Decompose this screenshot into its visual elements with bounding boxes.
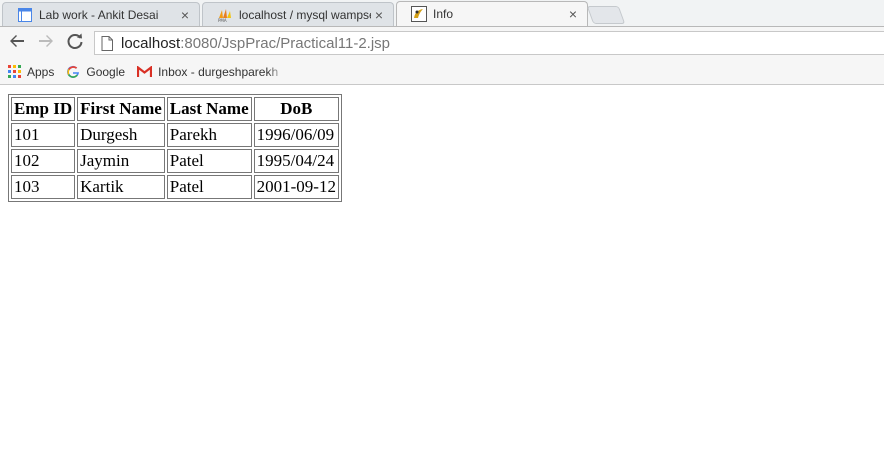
toolbar: localhost:8080/JspPrac/Practical11-2.jsp (0, 26, 884, 60)
bookmark-label: Inbox - durgeshparekh (158, 64, 279, 79)
page-info-icon[interactable] (101, 35, 113, 51)
header-emp-id: Emp ID (11, 97, 76, 121)
gmail-m-icon (137, 65, 153, 78)
forward-button[interactable] (35, 32, 57, 54)
cell-last-name: Patel (166, 175, 252, 199)
bookmark-label: Apps (27, 64, 55, 79)
tab-title: localhost / mysql wampse (239, 7, 371, 22)
back-button[interactable] (6, 32, 28, 54)
bookmark-inbox[interactable]: Inbox - durgeshparekh (137, 65, 286, 79)
reload-icon (66, 32, 84, 55)
reload-button[interactable] (64, 32, 86, 54)
cell-emp-id: 102 (11, 149, 76, 173)
cell-dob: 2001-09-12 (253, 175, 339, 199)
header-last-name: Last Name (166, 97, 252, 121)
header-first-name: First Name (77, 97, 165, 121)
cell-first-name: Jaymin (77, 149, 165, 173)
employee-table: Emp ID First Name Last Name DoB 101 Durg… (8, 94, 342, 202)
bookmarks-bar: Apps Google Inbox - durgeshparekh (0, 59, 884, 85)
cell-emp-id: 101 (11, 123, 76, 147)
forward-arrow-icon (37, 32, 55, 55)
apache-tomcat-icon (411, 6, 427, 22)
tab-title: Info (433, 7, 454, 21)
phpmyadmin-icon: PMA (217, 7, 233, 23)
tab-lab-work[interactable]: Lab work - Ankit Desai × (2, 2, 200, 26)
close-tab-icon[interactable]: × (177, 7, 193, 23)
address-bar[interactable]: localhost:8080/JspPrac/Practical11-2.jsp (94, 31, 884, 55)
page-content: Emp ID First Name Last Name DoB 101 Durg… (0, 86, 884, 463)
new-tab-button[interactable] (586, 6, 626, 24)
svg-text:PMA: PMA (218, 18, 227, 22)
cell-dob: 1995/04/24 (253, 149, 339, 173)
tab-info[interactable]: Info × (396, 1, 588, 26)
cell-dob: 1996/06/09 (253, 123, 339, 147)
close-tab-icon[interactable]: × (565, 6, 581, 22)
cell-emp-id: 103 (11, 175, 76, 199)
tab-strip: Lab work - Ankit Desai × PMA localhost /… (0, 0, 884, 26)
url-text: localhost:8080/JspPrac/Practical11-2.jsp (121, 35, 390, 52)
close-tab-icon[interactable]: × (371, 7, 387, 23)
bookmark-google[interactable]: Google (66, 65, 125, 79)
table-header-row: Emp ID First Name Last Name DoB (11, 97, 339, 121)
table-row: 101 Durgesh Parekh 1996/06/09 (11, 123, 339, 147)
cell-first-name: Kartik (77, 175, 165, 199)
header-dob: DoB (253, 97, 339, 121)
cell-last-name: Patel (166, 149, 252, 173)
tab-title: Lab work - Ankit Desai (39, 7, 159, 22)
google-g-icon (66, 65, 80, 79)
url-path: :8080/JspPrac/Practical11-2.jsp (180, 34, 391, 52)
cell-first-name: Durgesh (77, 123, 165, 147)
apps-grid-icon (8, 65, 21, 78)
bookmark-apps[interactable]: Apps (8, 65, 54, 79)
tab-phpmyadmin[interactable]: PMA localhost / mysql wampse × (202, 2, 394, 26)
bookmark-label: Google (86, 64, 126, 79)
table-row: 103 Kartik Patel 2001-09-12 (11, 175, 339, 199)
back-arrow-icon (8, 32, 26, 55)
table-row: 102 Jaymin Patel 1995/04/24 (11, 149, 339, 173)
cell-last-name: Parekh (166, 123, 252, 147)
url-host: localhost (121, 34, 181, 52)
google-sites-icon (17, 7, 33, 23)
